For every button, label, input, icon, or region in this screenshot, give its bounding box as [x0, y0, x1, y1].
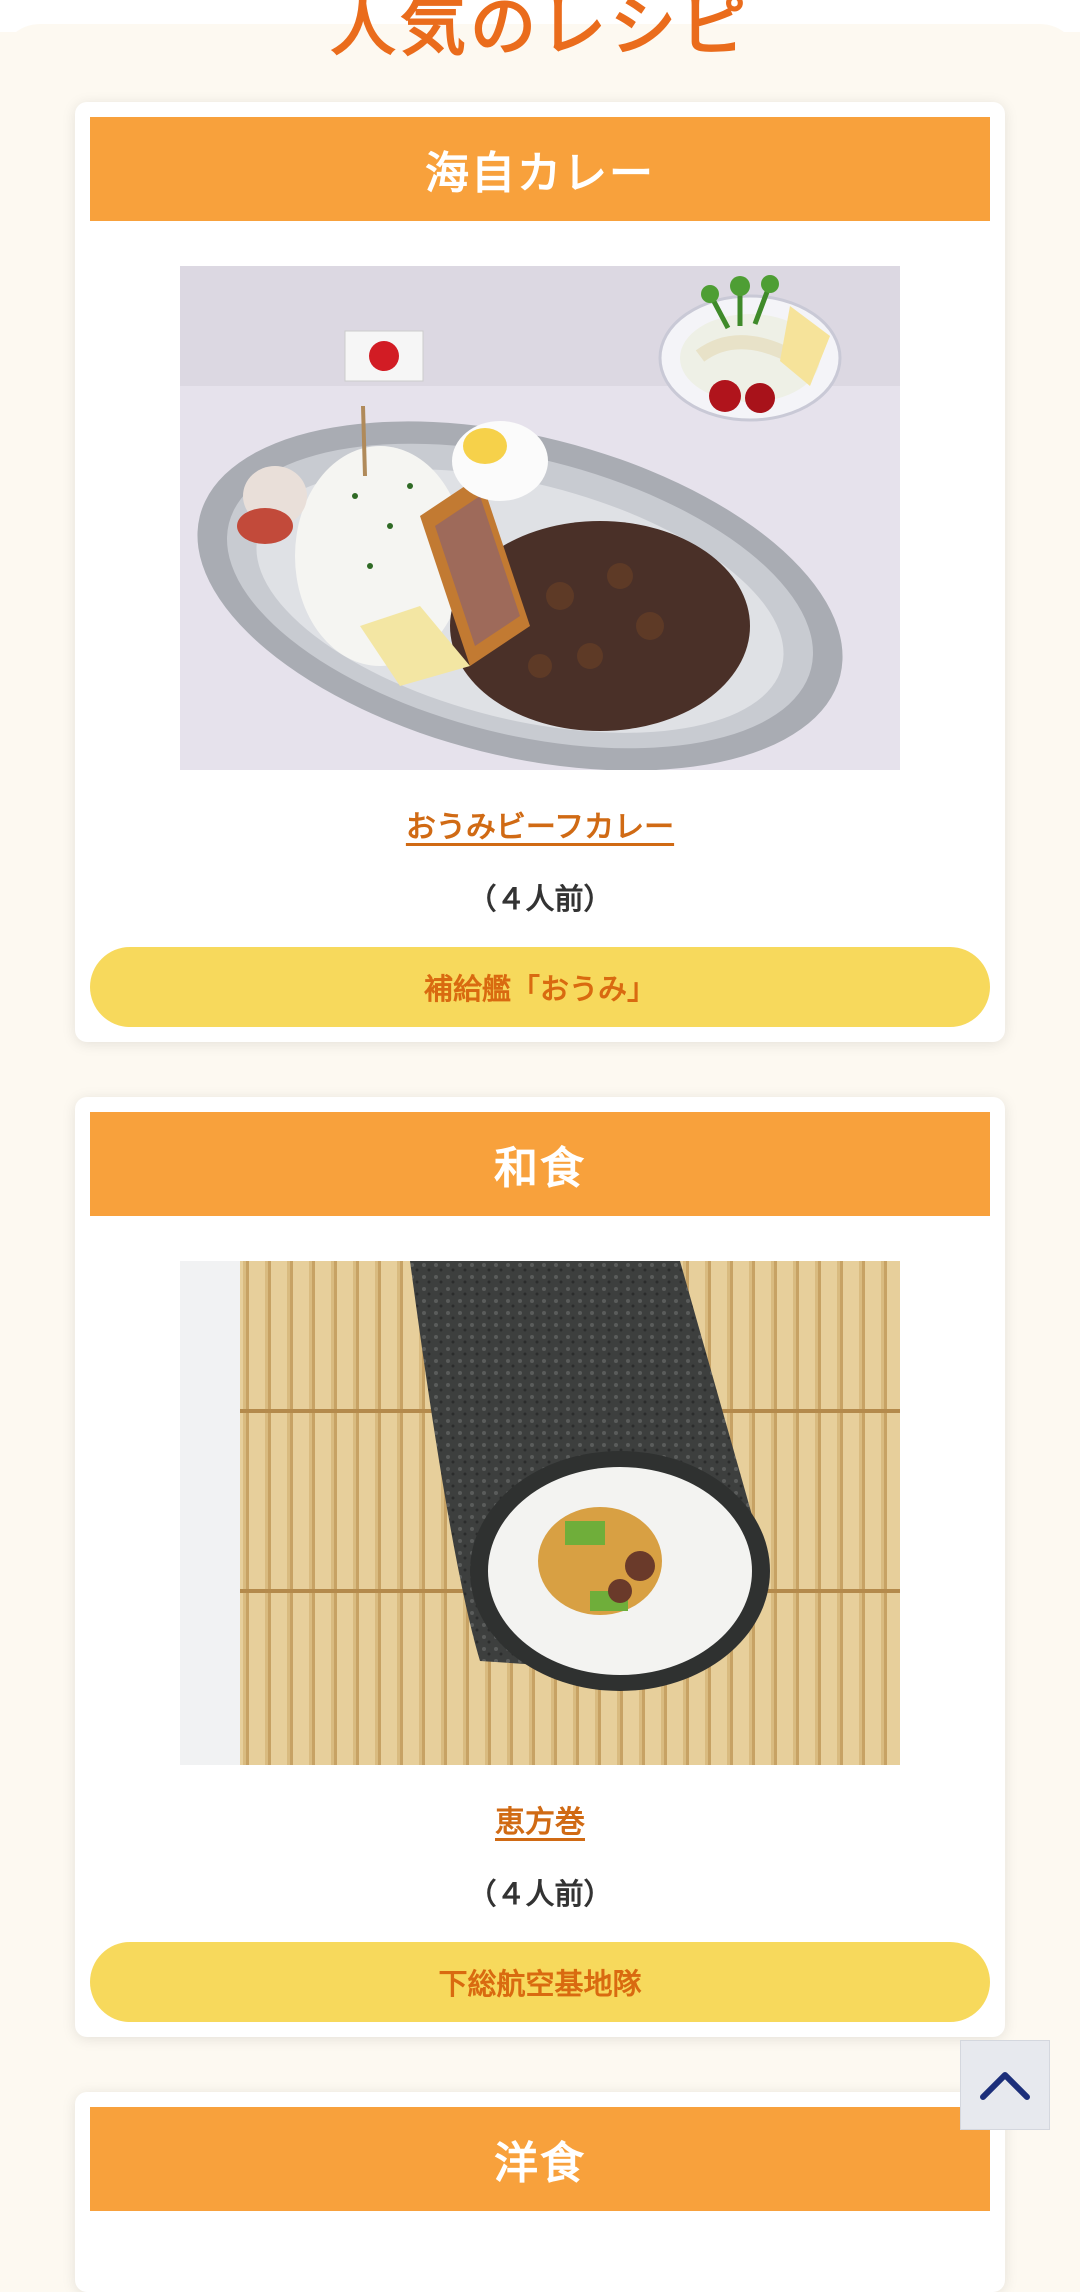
chevron-up-icon [980, 2072, 1030, 2100]
unit-name-button[interactable]: 下総航空基地隊 [90, 1942, 990, 2022]
recipe-photo-curry[interactable] [180, 266, 900, 770]
category-header: 海自カレー [90, 117, 990, 221]
servings-text: （４人前） [467, 882, 613, 916]
unit-name-button[interactable]: 補給艦「おうみ」 [90, 947, 990, 1027]
scroll-to-top-button[interactable] [960, 2040, 1050, 2130]
recipe-title-link[interactable]: 恵方巻 [75, 1797, 1005, 1841]
recipe-card: 洋食 [75, 2092, 1005, 2292]
category-header: 洋食 [90, 2107, 990, 2211]
section-heading: 人気のレシピ [330, 0, 750, 65]
recipe-card: 和食 恵方巻 （４人前） 下総航空基地隊 [75, 1097, 1005, 2037]
recipe-card: 海自カレー おうみビーフカレー （４人前） 補給艦「おうみ」 [75, 102, 1005, 1042]
category-header: 和食 [90, 1112, 990, 1216]
recipe-photo-ehomaki[interactable] [180, 1261, 900, 1765]
servings-text: （４人前） [467, 1877, 613, 1911]
recipe-title-link[interactable]: おうみビーフカレー [75, 802, 1005, 846]
